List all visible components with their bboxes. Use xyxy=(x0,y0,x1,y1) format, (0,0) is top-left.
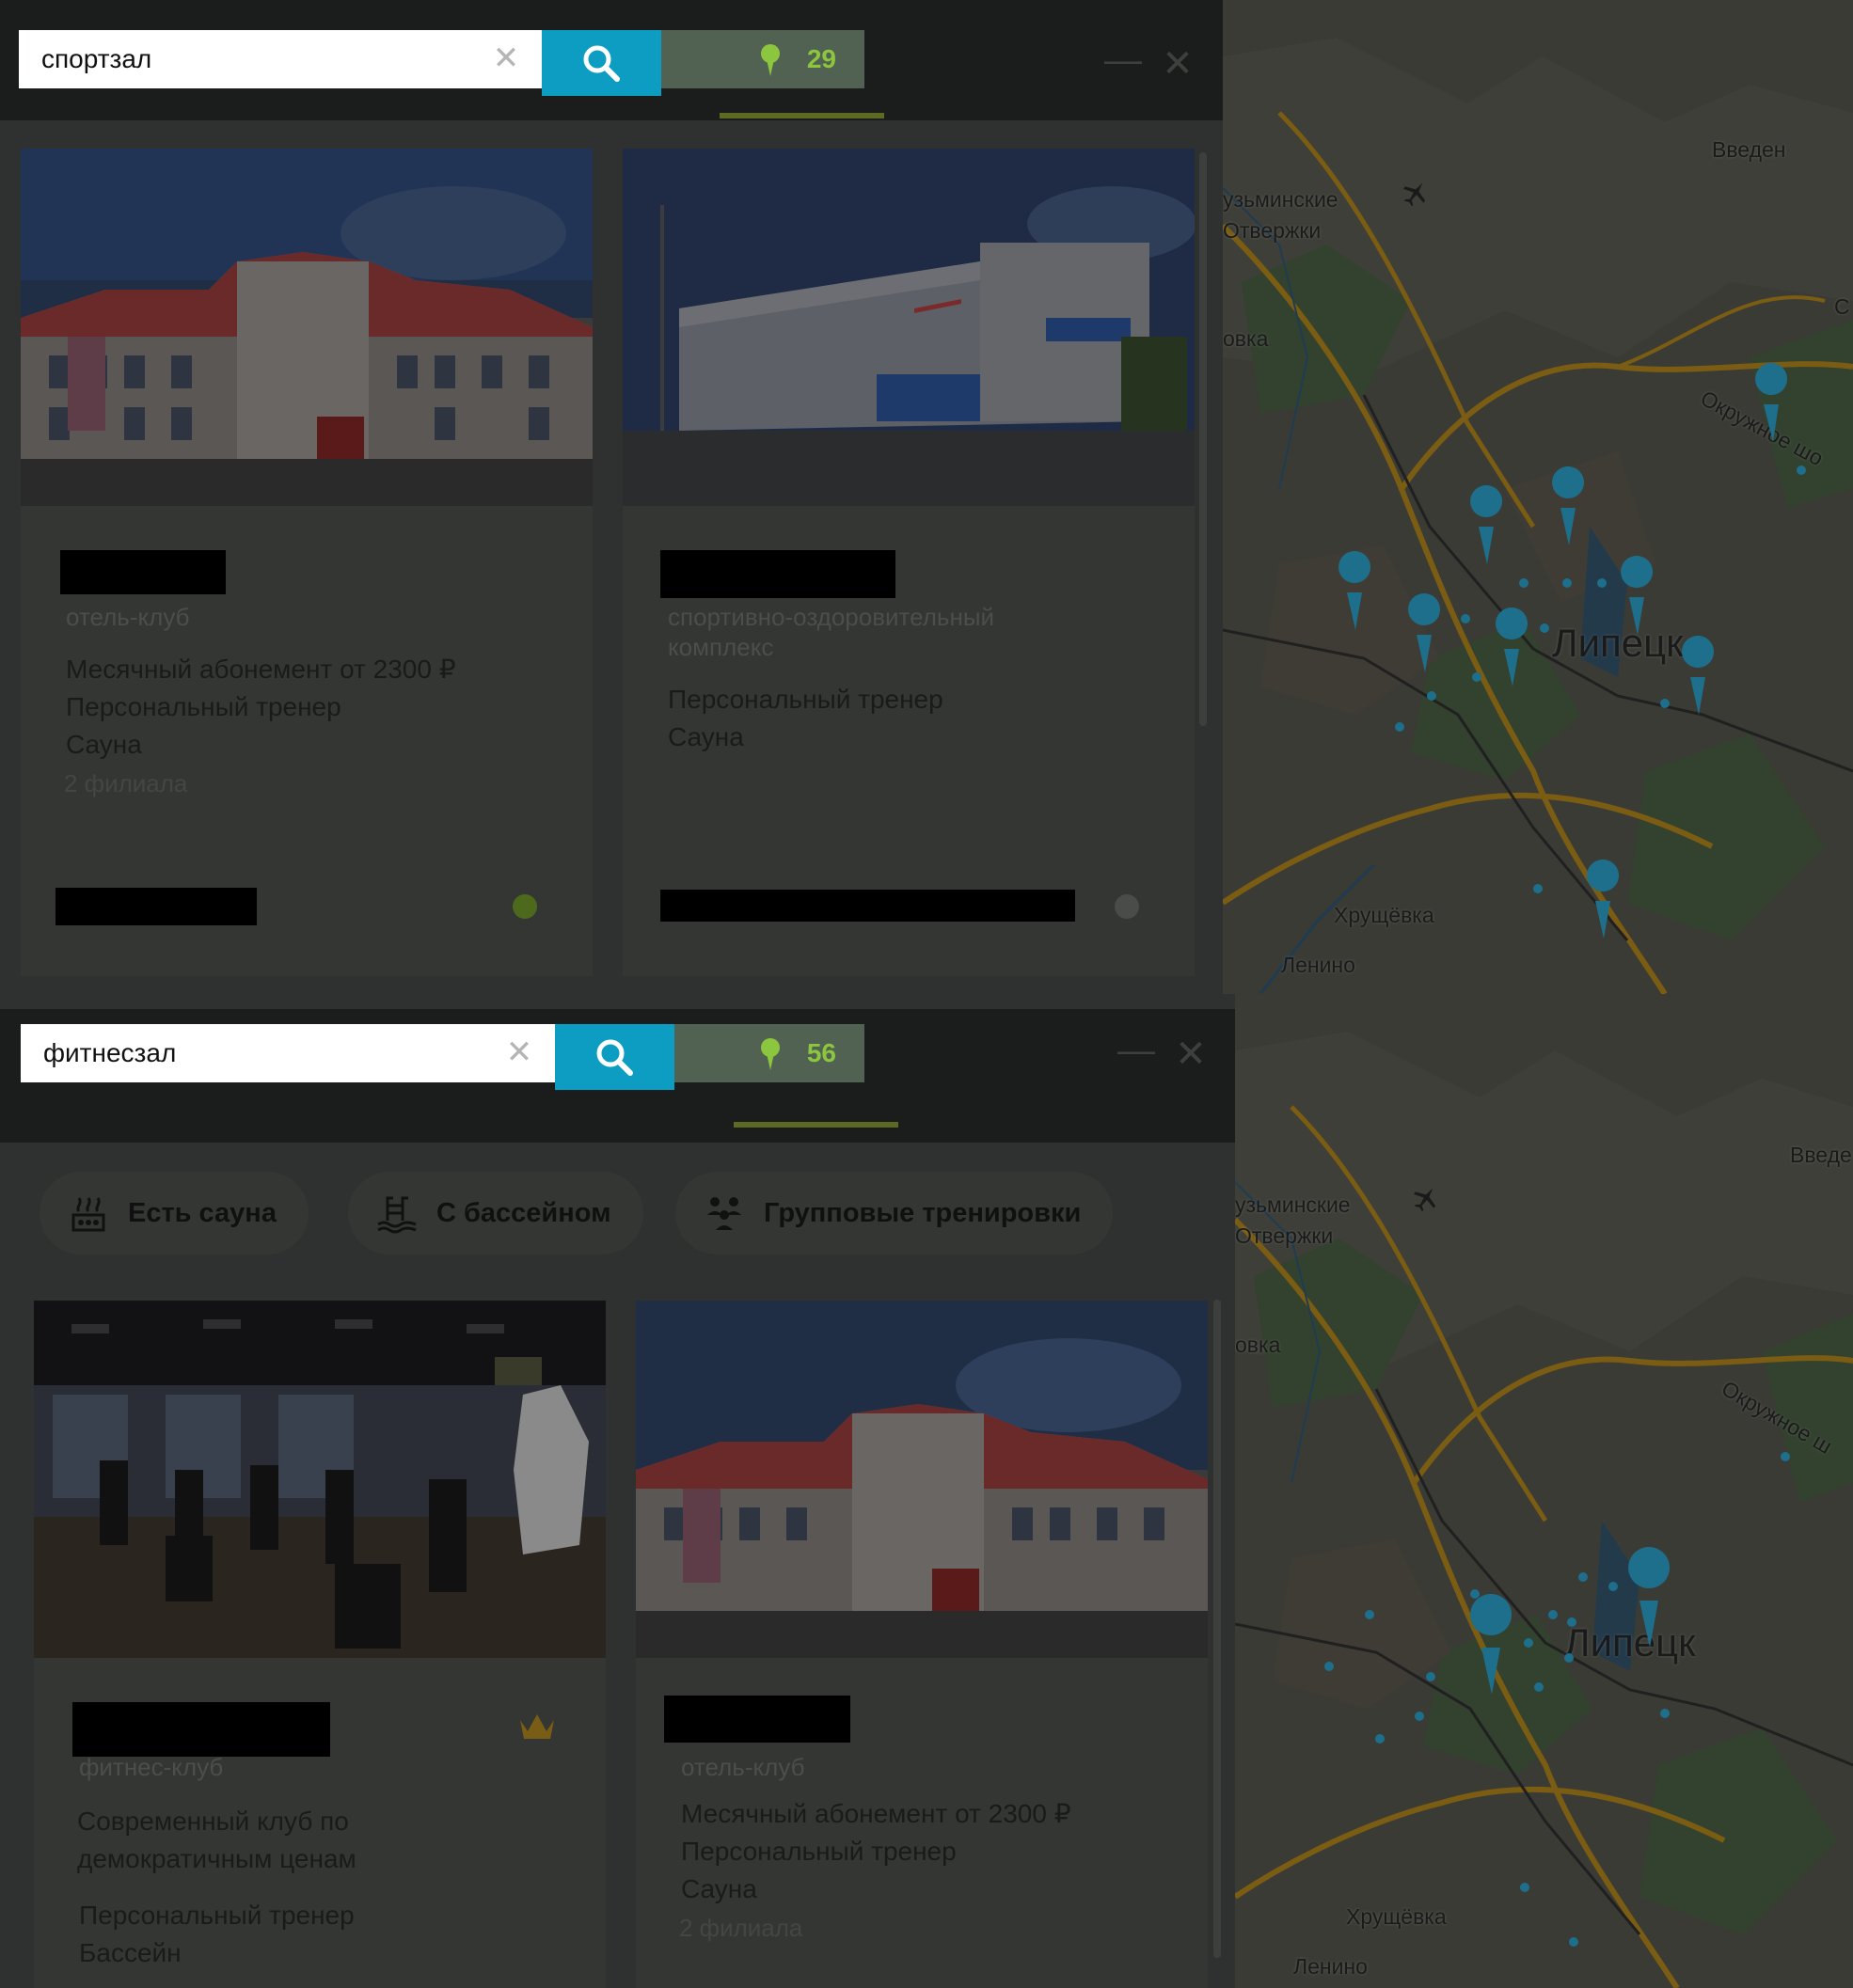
card-feature: Персональный тренер xyxy=(681,1837,957,1866)
redacted-address xyxy=(660,890,1075,922)
results-count-number: 56 xyxy=(806,1038,836,1067)
branches-link[interactable]: 2 филиала xyxy=(64,769,187,798)
map-pin xyxy=(1755,363,1788,442)
map-pin xyxy=(1587,860,1620,939)
filter-sauna[interactable]: Есть сауна xyxy=(40,1172,309,1254)
map-pin xyxy=(1621,556,1654,635)
search-bar: ✕ 29 — ✕ xyxy=(0,0,1223,120)
search-input[interactable] xyxy=(43,1038,485,1068)
search-field[interactable]: ✕ xyxy=(19,30,542,88)
screenshot-top: Введен узьминские Отвержки овка Окружное… xyxy=(0,0,1853,994)
crown-icon xyxy=(520,1714,554,1739)
premium-map-pin xyxy=(1470,1594,1512,1695)
tab-indicator xyxy=(720,113,884,118)
branches-link[interactable]: 2 филиала xyxy=(679,1914,802,1943)
search-field[interactable]: ✕ xyxy=(21,1024,555,1082)
scrollbar[interactable] xyxy=(1199,152,1207,726)
sauna-icon xyxy=(71,1197,105,1232)
results-count[interactable]: 56 xyxy=(674,1024,864,1082)
card-feature: Месячный абонемент от 2300 ₽ xyxy=(66,655,456,684)
search-bar: ✕ 56 — ✕ xyxy=(0,1009,1235,1143)
card-feature: Месячный абонемент от 2300 ₽ xyxy=(681,1799,1071,1828)
card-category: спортивно-оздоровительный комплекс xyxy=(668,603,995,661)
search-icon xyxy=(596,1039,633,1076)
tab-indicator xyxy=(734,1122,898,1128)
group-icon xyxy=(707,1197,741,1230)
filter-group-training[interactable]: Групповые тренировки xyxy=(675,1172,1114,1254)
map-pin xyxy=(1496,607,1528,686)
sports-complex-photo xyxy=(623,149,1195,506)
results-panel: ✕ 56 — ✕ Есть сауна С бассейном Групповы… xyxy=(0,994,1235,1988)
map-markers xyxy=(1338,363,1806,939)
result-card[interactable]: отель-клуб Месячный абонемент от 2300 ₽ … xyxy=(636,1301,1208,1988)
premium-map-pin xyxy=(1628,1547,1671,1648)
card-feature: Сауна xyxy=(66,730,142,759)
card-feature: Сауна xyxy=(681,1874,757,1903)
close-icon[interactable]: ✕ xyxy=(487,39,525,77)
map-markers xyxy=(1324,1452,1790,1947)
results-count[interactable]: 29 xyxy=(661,30,864,88)
result-card[interactable]: спортивно-оздоровительный комплекс Персо… xyxy=(623,149,1195,976)
card-category: фитнес-клуб xyxy=(79,1753,224,1781)
results-panel: ✕ 29 — ✕ xyxy=(0,0,1223,994)
redacted-title xyxy=(72,1702,330,1757)
map-pin xyxy=(1682,636,1715,715)
map-pin xyxy=(1470,485,1503,564)
card-description: Современный клуб по демократичным ценам xyxy=(77,1807,356,1873)
filter-pool-label: С бассейном xyxy=(436,1197,611,1228)
hotel-photo xyxy=(21,149,593,506)
search-button[interactable] xyxy=(542,30,661,96)
search-icon xyxy=(583,45,620,82)
result-card[interactable]: фитнес-клуб Современный клуб по демократ… xyxy=(34,1301,606,1988)
redacted-title xyxy=(664,1696,850,1743)
card-feature: Персональный тренер xyxy=(668,685,943,714)
pin-icon xyxy=(760,1038,780,1070)
filter-group-training-label: Групповые тренировки xyxy=(764,1197,1082,1228)
card-feature: Персональный тренер xyxy=(79,1901,355,1930)
result-card[interactable]: отель-клуб Месячный абонемент от 2300 ₽ … xyxy=(21,149,593,976)
map-pin xyxy=(1338,551,1371,630)
filter-sauna-label: Есть сауна xyxy=(128,1197,277,1228)
close-icon[interactable]: ✕ xyxy=(500,1033,538,1071)
map-pin xyxy=(1552,466,1585,545)
close-window-button[interactable]: ✕ xyxy=(1172,1035,1210,1073)
card-feature: Бассейн xyxy=(79,1938,182,1967)
card-feature: Сауна xyxy=(668,722,744,751)
map[interactable]: Введе узьминские Отвержки овка Окружное … xyxy=(1235,994,1853,1988)
scrollbar[interactable] xyxy=(1213,1300,1221,1958)
close-window-button[interactable]: ✕ xyxy=(1159,45,1196,83)
minimize-button[interactable]: — xyxy=(1117,1032,1155,1069)
redacted-title xyxy=(660,550,895,598)
filter-pool[interactable]: С бассейном xyxy=(348,1172,643,1254)
card-category: отель-клуб xyxy=(681,1753,805,1781)
search-input[interactable] xyxy=(41,44,483,74)
search-button[interactable] xyxy=(555,1024,674,1090)
hotel-photo xyxy=(636,1301,1208,1658)
redacted-title xyxy=(60,550,226,594)
minimize-button[interactable]: — xyxy=(1104,41,1142,79)
gym-photo xyxy=(34,1301,606,1658)
screenshot-bottom: Введе узьминские Отвержки овка Окружное … xyxy=(0,994,1853,1988)
map[interactable]: Введен узьминские Отвержки овка Окружное… xyxy=(1223,0,1853,994)
pool-icon xyxy=(377,1196,417,1234)
clock-icon xyxy=(1115,894,1139,919)
map-pin xyxy=(1408,593,1441,672)
redacted-address xyxy=(55,888,257,925)
card-feature: Персональный тренер xyxy=(66,692,341,721)
clock-icon xyxy=(513,894,537,919)
pin-icon xyxy=(760,44,780,76)
results-count-number: 29 xyxy=(806,44,836,73)
card-category: отель-клуб xyxy=(66,603,190,631)
